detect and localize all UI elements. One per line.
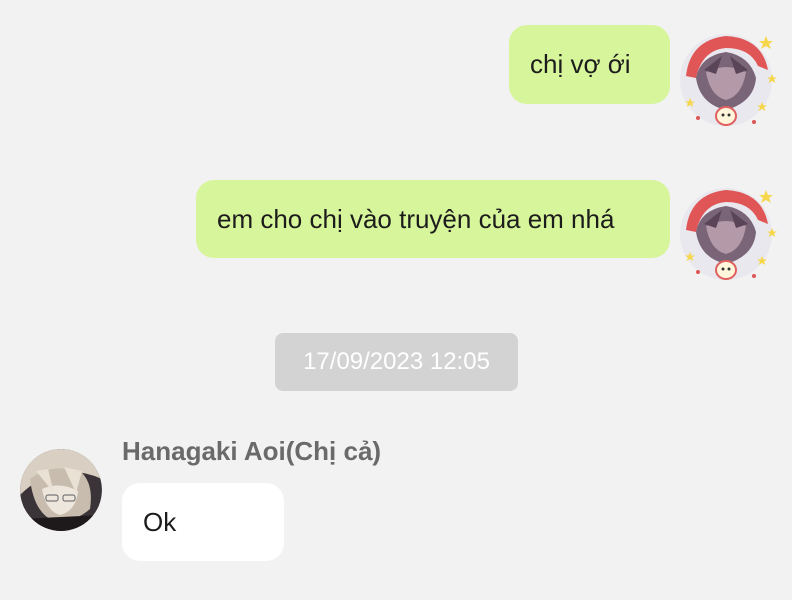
received-message-bubble[interactable]: Ok [122,483,284,561]
timestamp-divider: 17/09/2023 12:05 [275,333,518,391]
sender-name: Hanagaki Aoi(Chị cả) [122,436,382,466]
anime-avatar-red-hood-icon [680,34,777,126]
contact-avatar[interactable] [20,449,102,531]
message-text: em cho chị vào truyện của em nhá [217,203,615,234]
sent-message-bubble[interactable]: em cho chị vào truyện của em nhá [196,180,670,258]
timestamp-text: 17/09/2023 12:05 [303,348,490,375]
sender-avatar[interactable] [676,180,780,288]
anime-avatar-red-hood-icon [680,188,777,280]
message-text: chị vợ ới [530,49,631,79]
sent-message-bubble[interactable]: chị vợ ới [509,25,670,104]
sender-avatar[interactable] [676,26,780,134]
message-text: Ok [143,506,177,537]
anime-avatar-blonde-icon [20,449,102,531]
